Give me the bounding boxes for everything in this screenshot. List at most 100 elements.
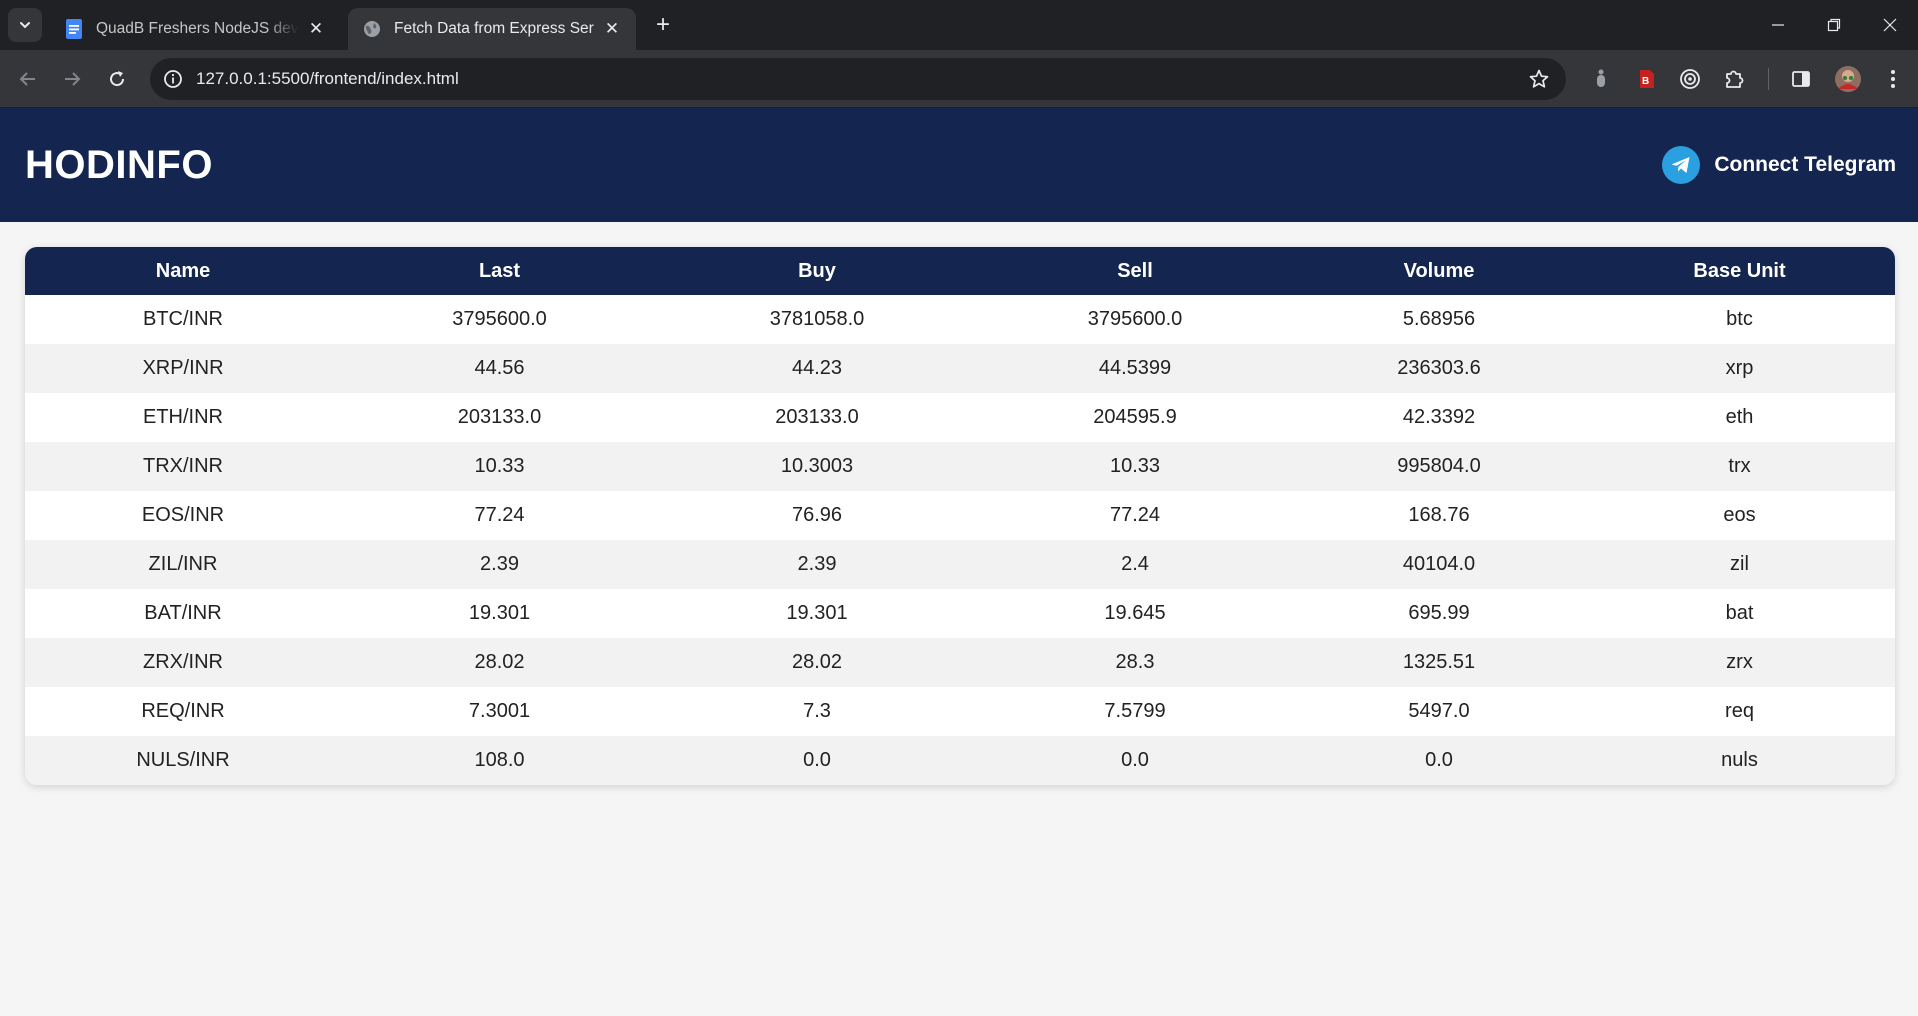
cell-last: 3795600.0 [341, 295, 658, 344]
table-row: EOS/INR 77.24 76.96 77.24 168.76 eos [25, 491, 1895, 540]
cell-volume: 5.68956 [1294, 295, 1584, 344]
cell-sell: 28.3 [976, 638, 1294, 687]
url-text[interactable]: 127.0.0.1:5500/frontend/index.html [196, 58, 459, 100]
chevron-down-icon [20, 22, 30, 29]
table-row: BTC/INR 3795600.0 3781058.0 3795600.0 5.6895… [25, 295, 1895, 344]
tab-search-button[interactable] [8, 8, 42, 42]
browser-tab-quadb[interactable]: QuadB Freshers NodeJS develop ✕ [50, 8, 340, 50]
cell-sell: 7.5799 [976, 687, 1294, 736]
cell-volume: 695.99 [1294, 589, 1584, 638]
cell-base-unit: eos [1584, 491, 1895, 540]
cell-volume: 42.3392 [1294, 393, 1584, 442]
cell-sell: 2.4 [976, 540, 1294, 589]
cell-base-unit: req [1584, 687, 1895, 736]
restore-button[interactable] [1806, 0, 1862, 50]
cell-last: 7.3001 [341, 687, 658, 736]
minimize-button[interactable] [1750, 0, 1806, 50]
cell-volume: 995804.0 [1294, 442, 1584, 491]
site-logo[interactable]: HODINFO [25, 108, 213, 222]
cell-buy: 28.02 [658, 638, 976, 687]
cell-base-unit: bat [1584, 589, 1895, 638]
cell-last: 2.39 [341, 540, 658, 589]
forward-button[interactable] [56, 63, 88, 95]
cell-last: 77.24 [341, 491, 658, 540]
profile-avatar[interactable] [1834, 65, 1862, 93]
cell-volume: 168.76 [1294, 491, 1584, 540]
extension-red-icon[interactable]: B [1633, 66, 1659, 92]
cell-sell: 19.645 [976, 589, 1294, 638]
cell-volume: 1325.51 [1294, 638, 1584, 687]
more-menu-icon[interactable] [1880, 66, 1906, 92]
site-info-icon[interactable] [162, 68, 184, 90]
address-bar[interactable]: 127.0.0.1:5500/frontend/index.html [150, 58, 1566, 100]
tab-title: Fetch Data from Express Server [394, 20, 594, 37]
toolbar-divider [1768, 68, 1769, 90]
cell-sell: 77.24 [976, 491, 1294, 540]
arrow-right-icon [65, 72, 81, 86]
table-row: ZRX/INR 28.02 28.02 28.3 1325.51 zrx [25, 638, 1895, 687]
cell-name: ETH/INR [25, 393, 341, 442]
cell-buy: 0.0 [658, 736, 976, 785]
cell-base-unit: nuls [1584, 736, 1895, 785]
reload-icon [110, 71, 125, 87]
docs-icon [64, 19, 84, 39]
connect-telegram-button[interactable]: Connect Telegram [1662, 145, 1896, 185]
table-header-row: Name Last Buy Sell Volume Base Unit [25, 247, 1895, 295]
cell-name: REQ/INR [25, 687, 341, 736]
cell-volume: 40104.0 [1294, 540, 1584, 589]
cell-buy: 44.23 [658, 344, 976, 393]
cell-volume: 236303.6 [1294, 344, 1584, 393]
tab-title: QuadB Freshers NodeJS develop [96, 20, 298, 37]
minimize-icon [1772, 24, 1784, 26]
globe-icon [362, 19, 382, 39]
table-row: REQ/INR 7.3001 7.3 7.5799 5497.0 req [25, 687, 1895, 736]
table-row: NULS/INR 108.0 0.0 0.0 0.0 nuls [25, 736, 1895, 785]
crypto-price-table: Name Last Buy Sell Volume Base Unit BTC/… [25, 247, 1895, 785]
cell-name: NULS/INR [25, 736, 341, 785]
cell-base-unit: xrp [1584, 344, 1895, 393]
window-close-button[interactable] [1862, 0, 1918, 50]
extension-icon[interactable] [1588, 66, 1614, 92]
table-row: ETH/INR 203133.0 203133.0 204595.9 42.3392 et… [25, 393, 1895, 442]
cell-sell: 44.5399 [976, 344, 1294, 393]
table-body: BTC/INR 3795600.0 3781058.0 3795600.0 5.6895… [25, 295, 1895, 785]
cell-base-unit: trx [1584, 442, 1895, 491]
table-row: XRP/INR 44.56 44.23 44.5399 236303.6 xrp [25, 344, 1895, 393]
cell-name: XRP/INR [25, 344, 341, 393]
column-header-last: Last [341, 247, 658, 295]
browser-tab-fetch-data[interactable]: Fetch Data from Express Server ✕ [348, 8, 636, 50]
cell-last: 44.56 [341, 344, 658, 393]
reload-button[interactable] [101, 63, 133, 95]
cell-name: ZIL/INR [25, 540, 341, 589]
arrow-left-icon [19, 72, 35, 86]
cell-base-unit: zil [1584, 540, 1895, 589]
target-extension-icon[interactable] [1677, 66, 1703, 92]
restore-icon [1827, 18, 1841, 32]
close-icon[interactable]: ✕ [602, 19, 622, 39]
bookmark-star-icon[interactable] [1528, 68, 1550, 90]
cell-sell: 10.33 [976, 442, 1294, 491]
close-icon[interactable]: ✕ [306, 19, 326, 39]
cell-last: 108.0 [341, 736, 658, 785]
site-header: HODINFO Connect Telegram [0, 108, 1918, 222]
column-header-base-unit: Base Unit [1584, 247, 1895, 295]
cell-name: TRX/INR [25, 442, 341, 491]
cell-volume: 0.0 [1294, 736, 1584, 785]
cell-buy: 19.301 [658, 589, 976, 638]
svg-text:B: B [1642, 76, 1649, 87]
cell-base-unit: eth [1584, 393, 1895, 442]
back-button[interactable] [12, 63, 44, 95]
column-header-buy: Buy [658, 247, 976, 295]
column-header-sell: Sell [976, 247, 1294, 295]
puzzle-extensions-icon[interactable] [1721, 66, 1747, 92]
new-tab-button[interactable]: + [650, 12, 676, 38]
cell-last: 19.301 [341, 589, 658, 638]
cell-name: BTC/INR [25, 295, 341, 344]
cell-base-unit: zrx [1584, 638, 1895, 687]
cell-last: 28.02 [341, 638, 658, 687]
connect-telegram-label: Connect Telegram [1714, 153, 1896, 176]
table-row: BAT/INR 19.301 19.301 19.645 695.99 bat [25, 589, 1895, 638]
close-icon [1883, 18, 1897, 32]
side-panel-icon[interactable] [1788, 66, 1814, 92]
cell-buy: 2.39 [658, 540, 976, 589]
